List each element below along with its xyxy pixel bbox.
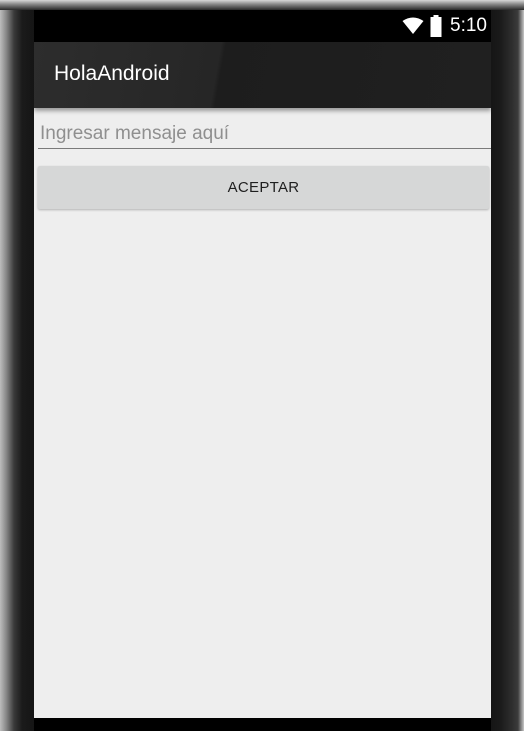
device-frame: 5:10 HolaAndroid ACEPTAR	[0, 0, 524, 731]
app-bar: HolaAndroid	[34, 42, 491, 108]
status-bar: 5:10	[34, 10, 491, 42]
device-top-bezel	[0, 0, 524, 10]
accept-button[interactable]: ACEPTAR	[38, 166, 489, 209]
app-title: HolaAndroid	[54, 62, 170, 85]
message-input[interactable]	[38, 120, 491, 149]
main-content: ACEPTAR	[34, 108, 491, 718]
status-clock: 5:10	[450, 15, 487, 36]
status-icons: 5:10	[402, 15, 487, 37]
battery-icon	[430, 15, 442, 37]
wifi-icon	[402, 17, 424, 35]
phone-screen: 5:10 HolaAndroid ACEPTAR	[34, 10, 491, 731]
navigation-bar	[34, 718, 491, 731]
